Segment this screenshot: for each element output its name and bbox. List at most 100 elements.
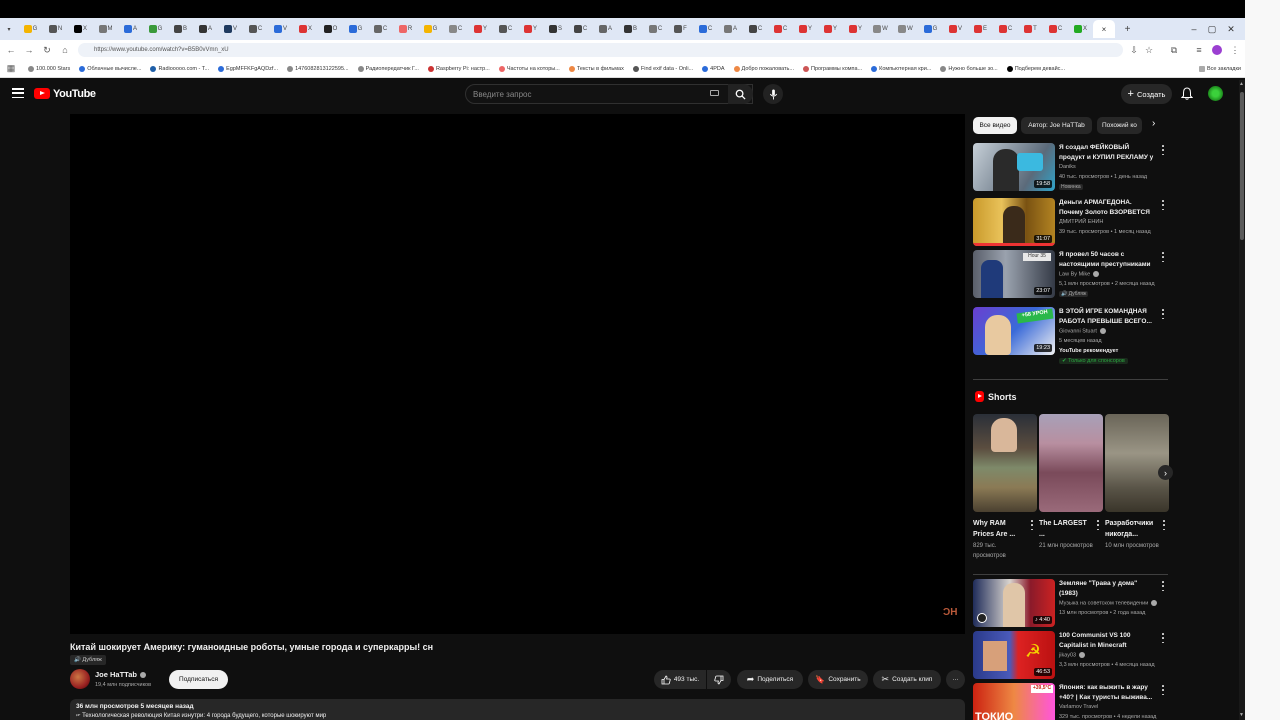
more-options-icon[interactable] [1160,145,1166,155]
more-options-icon[interactable] [1160,633,1166,643]
video-title[interactable]: Я провел 50 часов с настоящими преступни… [1059,250,1154,270]
browser-tab[interactable]: A [118,21,143,37]
close-window-icon[interactable]: ✕ [1222,18,1240,40]
save-button[interactable]: 🔖 Сохранить [808,670,868,689]
bookmark[interactable]: Добро пожаловать... [733,65,794,72]
browser-tab[interactable]: R [393,21,418,37]
chips-next-icon[interactable]: › [1152,118,1155,129]
forward-icon[interactable]: → [20,41,38,59]
recommended-video[interactable]: +58 УРОН 19:23 В ЭТОЙ ИГРЕ КОМАНДНАЯ РАБ… [973,307,1173,367]
browser-tab[interactable]: V [268,21,293,37]
video-thumbnail[interactable]: 31:07 [973,198,1055,246]
maximize-icon[interactable]: ▢ [1203,18,1221,40]
browser-tab[interactable]: C [443,21,468,37]
more-options-icon[interactable] [1160,685,1166,695]
channel-name[interactable]: Giovanni Stuart [1059,328,1106,334]
browser-menu-icon[interactable]: ⋮ [1226,41,1244,59]
channel-avatar[interactable] [70,669,90,689]
reading-list-icon[interactable]: ≡ [1190,41,1208,59]
browser-tab[interactable]: Y [843,21,868,37]
keyboard-icon[interactable] [710,90,719,96]
video-player[interactable] [70,114,965,634]
shorts-next-button[interactable]: › [1158,465,1173,480]
search-button[interactable] [728,84,753,104]
browser-tab[interactable]: G [918,21,943,37]
chip-from-author[interactable]: Автор: Joe HaTTab [1021,117,1092,134]
bookmark[interactable]: Радиопередатчик Г... [357,65,419,72]
youtube-logo[interactable]: YouTube [34,87,96,100]
short-item[interactable]: Why RAM Prices Are ... 829 тыс. просмотр… [973,414,1037,559]
video-title[interactable]: Деньги АРМАГЕДОНА. Почему Золото ВЗОРВЕТ… [1059,198,1154,218]
more-options-icon[interactable] [1162,520,1166,530]
menu-icon[interactable] [12,88,24,98]
short-thumbnail[interactable] [1105,414,1169,512]
browser-tab[interactable]: N [43,21,68,37]
bookmark[interactable]: Подберем девайс... [1006,65,1065,72]
chip-similar[interactable]: Похожий ко [1097,117,1142,134]
more-actions-button[interactable]: ··· [946,670,965,689]
voice-search-button[interactable] [763,84,783,104]
browser-tab[interactable]: C [643,21,668,37]
recommended-video[interactable]: 19:58 Я создал ФЕЙКОВЫЙ продукт и КУПИЛ … [973,143,1173,191]
bookmark-star-icon[interactable]: ☆ [1140,41,1158,59]
browser-tab[interactable]: G [343,21,368,37]
bookmark[interactable]: EgpMFFKFgAQDzf... [218,65,278,72]
more-options-icon[interactable] [1160,252,1166,262]
channel-name[interactable]: Joe HaTTab [95,670,146,679]
browser-tab[interactable]: B [168,21,193,37]
bookmark[interactable]: 4PDA [702,65,725,72]
bookmark[interactable]: Radiooooo.com - T... [150,65,209,72]
channel-name[interactable]: Varlamov Travel [1059,704,1098,710]
short-title[interactable]: Why RAM Prices Are ... [973,518,1027,540]
recommended-video[interactable]: ♪ 4:40 Земляне "Трава у дома" (1983) Муз… [973,579,1173,627]
bookmark[interactable]: 1476082813122595... [287,65,349,72]
video-title[interactable]: Земляне "Трава у дома" (1983) [1059,579,1154,599]
browser-tab[interactable]: F [668,21,693,37]
tab-search-icon[interactable]: ▾ [0,21,18,37]
bookmark[interactable]: 100.000 Stars [28,65,70,72]
video-thumbnail[interactable]: Hour 35 23:07 [973,250,1055,298]
extensions-icon[interactable]: ⧉ [1165,41,1183,59]
recommended-video[interactable]: ☭ 46:53 100 Communist VS 100 Capitalist … [973,631,1173,679]
browser-tab[interactable]: X [68,21,93,37]
apps-grid-icon[interactable]: ▦ [2,60,20,77]
browser-tab[interactable]: W [893,21,918,37]
chip-all-videos[interactable]: Все видео [973,117,1017,134]
clip-button[interactable]: ✂ Создать клип [873,670,941,689]
browser-tab[interactable]: C [493,21,518,37]
reload-icon[interactable]: ↻ [38,41,56,59]
recommended-video[interactable]: Hour 35 23:07 Я провел 50 часов с настоя… [973,250,1173,298]
short-thumbnail[interactable] [1039,414,1103,512]
video-title[interactable]: 100 Communist VS 100 Capitalist in Minec… [1059,631,1154,651]
scroll-up-icon[interactable]: ▲ [1239,81,1244,87]
video-title[interactable]: Япония: как выжить в жару +40? | Как тур… [1059,683,1154,703]
browser-tab[interactable]: V [218,21,243,37]
channel-watermark[interactable]: ƆH [943,607,957,618]
browser-tab[interactable]: Y [468,21,493,37]
browser-tab[interactable]: C [693,21,718,37]
video-thumbnail[interactable]: +58 УРОН 19:23 [973,307,1055,355]
browser-tab[interactable]: Y [818,21,843,37]
browser-tab[interactable]: S [543,21,568,37]
bookmark[interactable]: Частоты на которы... [498,65,560,72]
url-input[interactable]: https://www.youtube.com/watch?v=B5B0vVmn… [78,43,1123,57]
browser-tab[interactable]: V [943,21,968,37]
browser-tab[interactable]: E [968,21,993,37]
video-thumbnail[interactable]: +39,5°C ТОКИО [973,683,1055,720]
short-item[interactable]: Разработчики никогда... 10 млн просмотро… [1105,414,1169,549]
browser-tab[interactable]: O [318,21,343,37]
new-tab-button[interactable]: + [1115,21,1140,37]
minimize-icon[interactable]: – [1185,18,1203,40]
channel-name[interactable]: ДМИТРИЙ ЕНИН [1059,219,1103,225]
more-options-icon[interactable] [1160,581,1166,591]
scroll-down-icon[interactable]: ▼ [1239,712,1244,718]
more-options-icon[interactable] [1160,309,1166,319]
account-avatar[interactable] [1208,86,1223,101]
browser-tab[interactable]: C [368,21,393,37]
short-title[interactable]: The LARGEST ... [1039,518,1093,540]
dislike-button[interactable] [707,670,731,689]
more-options-icon[interactable] [1160,200,1166,210]
more-options-icon[interactable] [1096,520,1100,530]
browser-tab[interactable]: C [1043,21,1068,37]
browser-tab[interactable]: B [618,21,643,37]
